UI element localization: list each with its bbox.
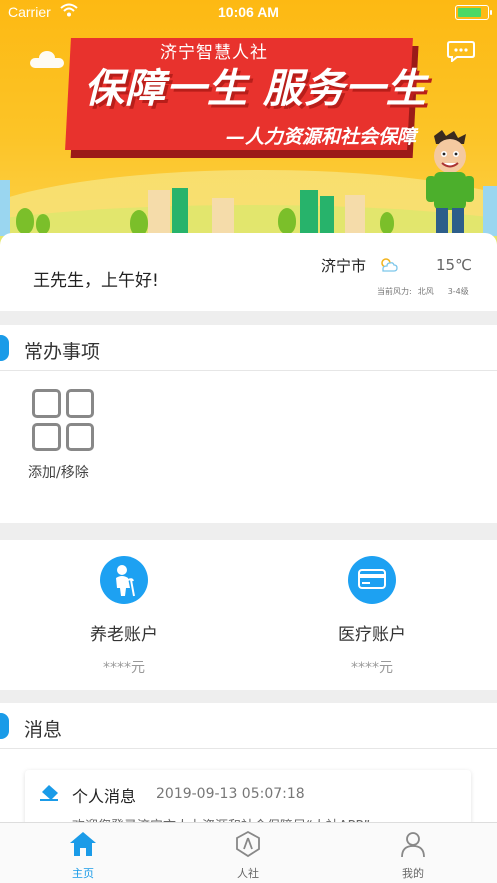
home-icon — [70, 832, 96, 856]
tree-icon — [278, 208, 296, 234]
wind-info: 当前风力: 北风 3-4级 — [377, 286, 469, 297]
elderly-icon — [100, 556, 148, 604]
frequent-services-section: 常办事项 添加/移除 — [0, 325, 497, 523]
banner-slogan: 保障一生 服务一生 — [84, 66, 427, 112]
account-name: 医疗账户 — [338, 625, 406, 645]
section-accent — [0, 335, 9, 361]
wind-level: 3-4级 — [447, 287, 469, 296]
account-amount: ****元 — [103, 660, 145, 676]
building-shape — [320, 196, 334, 236]
section-accent — [0, 713, 9, 739]
tab-label: 人社 — [237, 867, 259, 880]
account-name: 养老账户 — [90, 625, 158, 645]
building-shape — [0, 180, 10, 236]
building-shape — [300, 190, 318, 236]
status-bar: Carrier 10:06 AM — [0, 0, 497, 26]
pension-account[interactable]: 养老账户 ****元 — [64, 556, 184, 677]
eraser-icon — [40, 785, 58, 801]
building-shape — [212, 198, 234, 236]
building-shape — [148, 190, 170, 235]
person-icon — [401, 832, 425, 858]
battery-level — [458, 8, 481, 17]
message-title: 个人消息 — [72, 787, 137, 806]
tab-mine[interactable]: 我的 — [373, 829, 453, 881]
tab-home[interactable]: 主页 — [43, 829, 123, 881]
section-title: 常办事项 — [24, 341, 101, 363]
building-shape — [483, 186, 497, 236]
tab-renshe[interactable]: 人社 — [208, 829, 288, 881]
clock: 10:06 AM — [218, 4, 279, 20]
home-banner[interactable]: 济宁智慧人社 保障一生 服务一生 —人力资源和社会保障 — [0, 0, 497, 245]
card-icon — [348, 556, 396, 604]
account-amount: ****元 — [351, 660, 393, 676]
section-header: 消息 — [0, 703, 497, 749]
add-remove-button[interactable]: 添加/移除 — [28, 389, 100, 482]
tab-label: 我的 — [402, 867, 424, 880]
tree-icon — [16, 208, 34, 234]
message-time: 2019-09-13 05:07:18 — [156, 786, 305, 802]
chat-icon[interactable] — [447, 40, 475, 62]
banner-subtitle: —人力资源和社会保障 — [226, 126, 417, 148]
partly-cloudy-icon — [381, 258, 398, 272]
tree-icon — [380, 212, 394, 234]
cloud-icon — [30, 51, 64, 68]
tab-bar: 主页 人社 我的 — [0, 822, 497, 883]
add-remove-label: 添加/移除 — [28, 465, 89, 481]
wind-label: 当前风力: — [377, 287, 412, 296]
wind-direction: 北风 — [417, 287, 434, 296]
medical-account[interactable]: 医疗账户 ****元 — [312, 556, 432, 677]
accounts-section: 养老账户 ****元 医疗账户 ****元 — [0, 540, 497, 690]
section-header: 常办事项 — [0, 325, 497, 371]
tab-label: 主页 — [72, 867, 94, 880]
mascot-illustration — [426, 130, 474, 238]
greeting-card: 王先生，上午好! — [0, 233, 497, 311]
temperature: 15℃ — [436, 256, 472, 274]
city-name[interactable]: 济宁市 — [321, 255, 366, 276]
shield-icon — [236, 830, 260, 858]
section-title: 消息 — [24, 719, 63, 741]
battery-icon — [455, 5, 492, 20]
grid-icon — [32, 389, 94, 451]
tree-icon — [36, 214, 50, 234]
building-shape — [172, 188, 188, 236]
building-shape — [345, 195, 365, 236]
greeting-text: 王先生，上午好! — [33, 271, 159, 291]
